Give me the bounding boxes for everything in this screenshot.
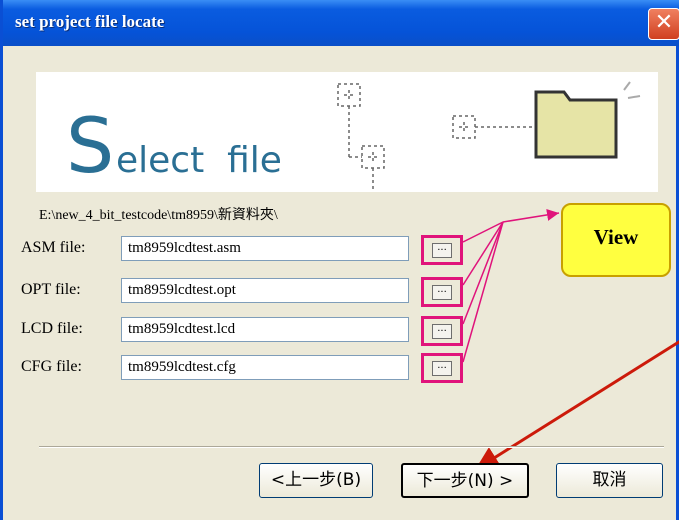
window-title: set project file locate bbox=[15, 12, 165, 31]
lcd-browse-button[interactable]: ... bbox=[432, 324, 452, 339]
opt-browse-button[interactable]: ... bbox=[432, 285, 452, 300]
cfg-file-label: CFG file: bbox=[21, 358, 82, 375]
opt-file-field[interactable]: tm8959lcdtest.opt bbox=[121, 278, 409, 303]
opt-browse-highlight: ... bbox=[421, 277, 463, 307]
folder-icon bbox=[534, 81, 641, 159]
asm-file-field[interactable]: tm8959lcdtest.asm bbox=[121, 236, 409, 261]
folder-tree-icon bbox=[337, 83, 534, 190]
banner-title: elect file bbox=[116, 140, 282, 181]
opt-file-label: OPT file: bbox=[21, 281, 81, 298]
next-button[interactable]: 下一步(N) > bbox=[401, 463, 529, 498]
asm-browse-highlight: ... bbox=[421, 235, 463, 265]
cfg-browse-button[interactable]: ... bbox=[432, 361, 452, 376]
title-bar[interactable]: set project file locate ✕ bbox=[3, 0, 679, 46]
separator-highlight bbox=[39, 447, 664, 448]
asm-browse-button[interactable]: ... bbox=[432, 243, 452, 258]
red-arrow bbox=[474, 340, 679, 472]
project-path: E:\new_4_bit_testcode\tm8959\新資料夾\ bbox=[39, 208, 278, 223]
banner-big-letter: S bbox=[66, 101, 114, 190]
dialog-window: set project file locate ✕ S elect file E… bbox=[0, 0, 679, 520]
cfg-browse-highlight: ... bbox=[421, 353, 463, 383]
lcd-file-label: LCD file: bbox=[21, 320, 83, 337]
view-callout-text: View bbox=[593, 225, 639, 249]
cancel-button[interactable]: 取消 bbox=[556, 463, 663, 498]
select-file-banner: S elect file bbox=[36, 72, 658, 192]
close-button[interactable]: ✕ bbox=[648, 8, 679, 40]
lcd-browse-highlight: ... bbox=[421, 316, 463, 346]
cfg-file-field[interactable]: tm8959lcdtest.cfg bbox=[121, 355, 409, 380]
asm-file-label: ASM file: bbox=[21, 239, 86, 256]
lcd-file-field[interactable]: tm8959lcdtest.lcd bbox=[121, 317, 409, 342]
view-callout: View bbox=[561, 203, 671, 277]
back-button[interactable]: <上一步(B) bbox=[259, 463, 373, 498]
pink-pointer-lines bbox=[462, 208, 560, 363]
